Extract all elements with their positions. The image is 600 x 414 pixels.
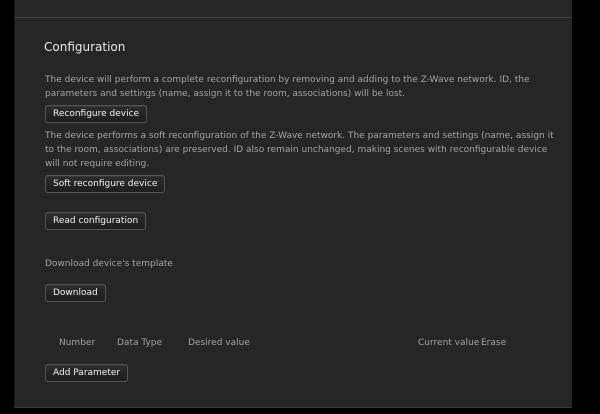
reconfigure-device-button[interactable]: Reconfigure device xyxy=(45,105,148,123)
column-header-data-type: Data Type xyxy=(117,338,163,348)
reconfigure-description: The device will perform a complete recon… xyxy=(45,75,530,99)
download-template-button[interactable]: Download xyxy=(45,284,106,302)
parameters-table-header: Number Data Type Desired value Current v… xyxy=(45,338,565,352)
template-label: Download device's template xyxy=(45,259,173,269)
column-header-erase: Erase xyxy=(481,338,507,348)
soft-reconfigure-description: The device performs a soft reconfigurati… xyxy=(45,131,554,169)
page-frame: Configuration The device will perform a … xyxy=(0,0,600,414)
section-title: Configuration xyxy=(44,40,126,54)
soft-reconfigure-device-button[interactable]: Soft reconfigure device xyxy=(45,175,166,193)
column-header-desired-value: Desired value xyxy=(188,338,250,348)
right-background-strip xyxy=(572,0,600,414)
top-divider xyxy=(15,17,573,18)
column-header-current-value: Current value xyxy=(418,338,480,348)
column-header-number: Number xyxy=(59,338,96,348)
add-parameter-button[interactable]: Add Parameter xyxy=(45,364,129,382)
read-configuration-button[interactable]: Read configuration xyxy=(45,212,147,230)
configuration-panel: Configuration The device will perform a … xyxy=(14,0,574,408)
